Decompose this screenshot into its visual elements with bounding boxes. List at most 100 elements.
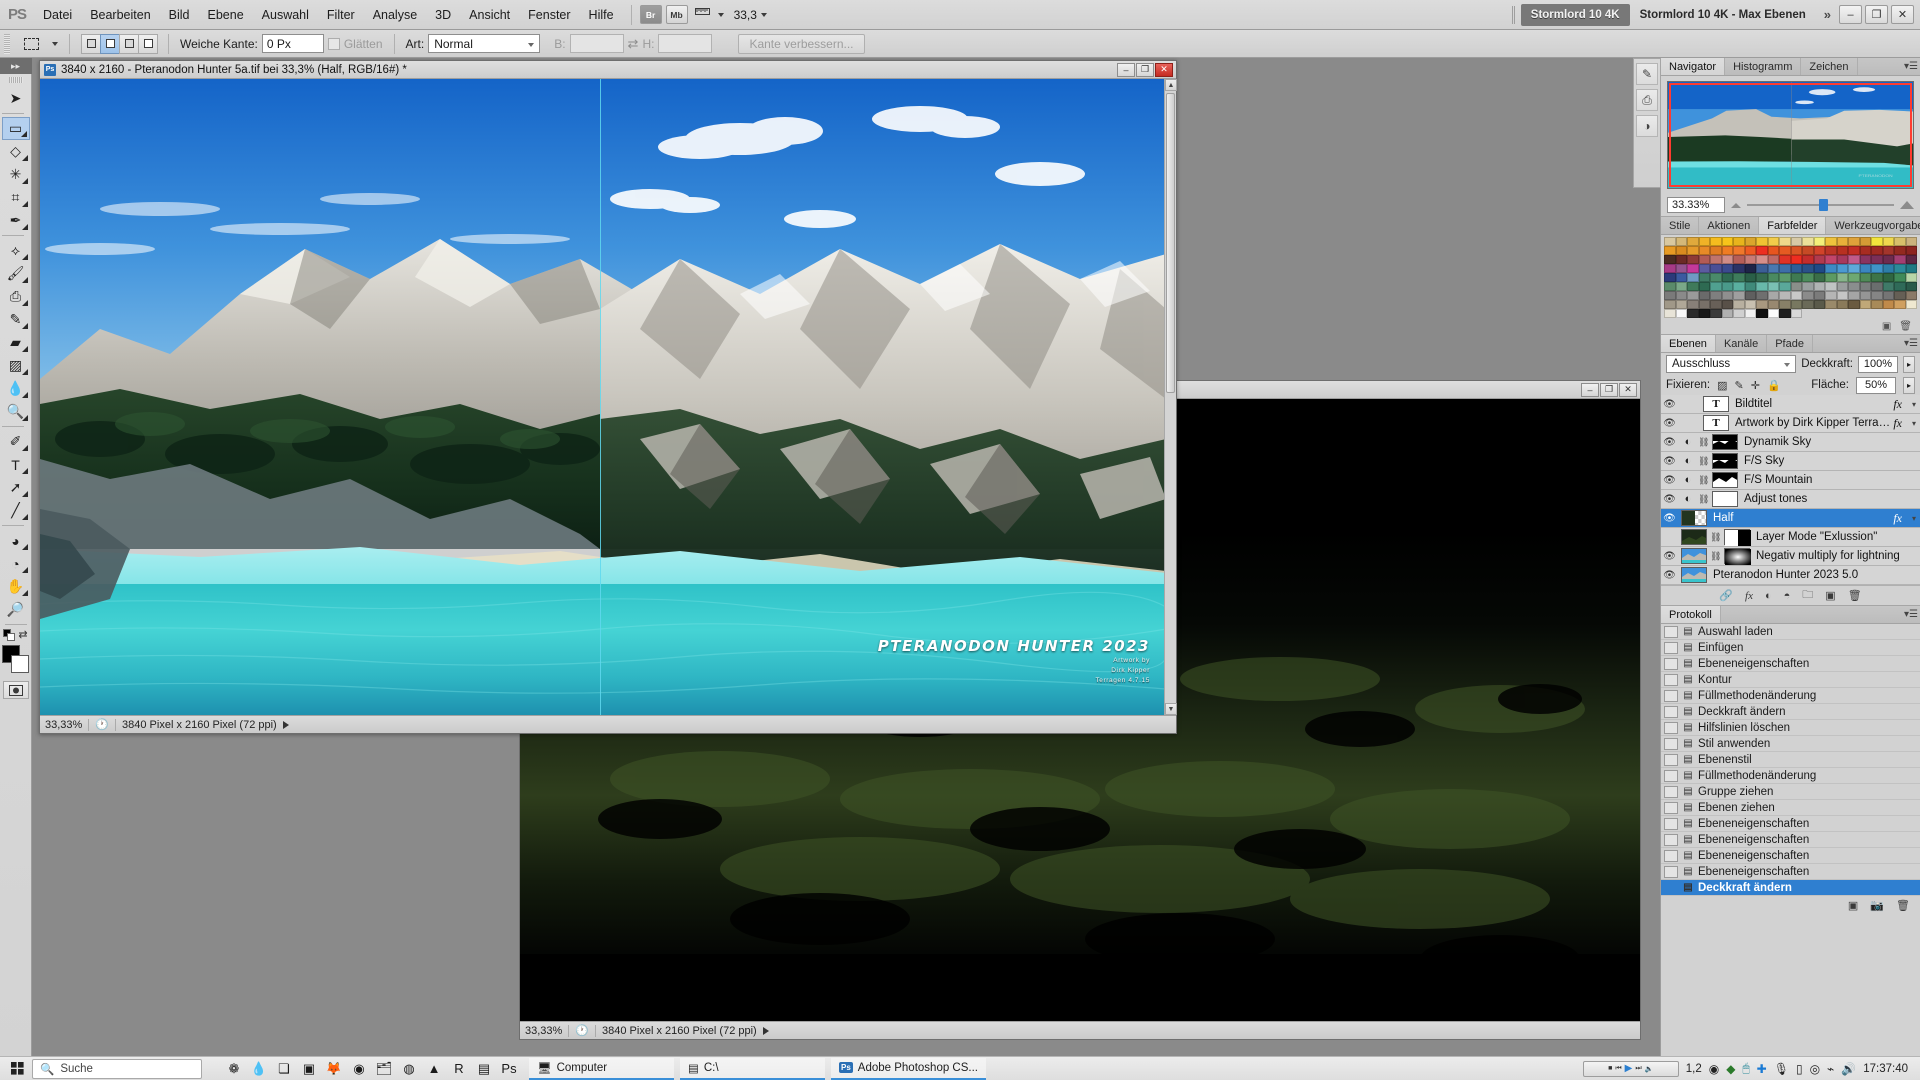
blend-mode-select[interactable]: Ausschluss	[1666, 355, 1797, 373]
tab-histogramm[interactable]: Histogramm	[1725, 58, 1802, 75]
color-swatch[interactable]	[1744, 255, 1756, 264]
color-swatch[interactable]	[1756, 300, 1768, 309]
color-swatch[interactable]	[1848, 246, 1860, 255]
color-swatch[interactable]	[1871, 255, 1883, 264]
layers-panel-menu-icon[interactable]: ▾☰	[1902, 335, 1920, 352]
color-swatch[interactable]	[1779, 255, 1791, 264]
color-swatch[interactable]	[1848, 282, 1860, 291]
layer-effects-fx-icon[interactable]: fx	[1893, 416, 1905, 431]
color-swatch[interactable]	[1871, 237, 1883, 246]
history-snapshot-checkbox[interactable]	[1664, 689, 1678, 702]
menu-filter[interactable]: Filter	[318, 4, 364, 26]
color-swatch[interactable]	[1767, 282, 1779, 291]
height-input[interactable]	[658, 34, 713, 53]
mouse-settings-icon[interactable]: 🖱	[1742, 1061, 1749, 1076]
layer-thumbnail[interactable]	[1681, 510, 1707, 526]
layer-name[interactable]: Adjust tones	[1741, 493, 1920, 505]
color-swatch[interactable]	[1859, 291, 1871, 300]
color-swatch[interactable]	[1894, 246, 1906, 255]
fill-value[interactable]: 50%	[1856, 376, 1896, 394]
color-swatch[interactable]	[1825, 273, 1837, 282]
color-swatch[interactable]	[1767, 237, 1779, 246]
history-snapshot-checkbox[interactable]	[1664, 881, 1678, 894]
layer-row[interactable]: ⛓ Layer Mode "Exlussion"	[1661, 528, 1920, 547]
delete-layer-icon[interactable]: 🗑	[1848, 589, 1862, 602]
color-swatch[interactable]	[1790, 291, 1802, 300]
tool-submenu-triangle-icon[interactable]	[21, 468, 28, 474]
color-swatch[interactable]	[1756, 264, 1768, 273]
layer-mask-thumbnail[interactable]	[1724, 548, 1751, 565]
gradient-tool[interactable]: ▨	[2, 354, 30, 377]
document-window-primary[interactable]: Ps 3840 x 2160 - Pteranodon Hunter 5a.ti…	[39, 60, 1177, 734]
color-swatch[interactable]	[1859, 282, 1871, 291]
color-swatch[interactable]	[1836, 246, 1848, 255]
color-swatch[interactable]	[1767, 309, 1779, 318]
adjustment-layer-icon[interactable]: ◐	[1681, 455, 1695, 467]
color-swatch[interactable]	[1790, 246, 1802, 255]
windows-start-icon[interactable]	[4, 1058, 30, 1080]
menu-bild[interactable]: Bild	[160, 4, 199, 26]
color-swatch[interactable]	[1664, 264, 1676, 273]
color-swatch[interactable]	[1894, 264, 1906, 273]
layer-row[interactable]: 👁 ◐ ⛓ F/S Mountain	[1661, 471, 1920, 490]
eyedropper-tool[interactable]: ✒	[2, 209, 30, 232]
layer-row[interactable]: 👁 ◐ ⛓ F/S Sky	[1661, 452, 1920, 471]
color-swatch[interactable]	[1664, 291, 1676, 300]
color-swatch[interactable]	[1710, 255, 1722, 264]
hand-tool[interactable]: ✋	[2, 575, 30, 598]
color-swatch[interactable]	[1710, 246, 1722, 255]
color-swatch[interactable]	[1675, 255, 1687, 264]
lock-transparent-pixels-icon[interactable]: ▨	[1717, 379, 1727, 392]
color-swatch[interactable]	[1779, 309, 1791, 318]
color-swatch[interactable]	[1675, 309, 1687, 318]
layer-visibility-eye-icon[interactable]: 👁	[1661, 437, 1678, 448]
history-snapshot-checkbox[interactable]	[1664, 657, 1678, 670]
color-swatch[interactable]	[1894, 273, 1906, 282]
color-swatch[interactable]	[1756, 273, 1768, 282]
navigator-zoom-input[interactable]: 33.33%	[1667, 197, 1725, 213]
tool-submenu-triangle-icon[interactable]	[21, 491, 28, 497]
color-swatch[interactable]	[1767, 291, 1779, 300]
lock-image-pixels-icon[interactable]: ✎	[1735, 379, 1744, 392]
new-selection-button[interactable]	[81, 33, 101, 54]
new-group-icon[interactable]: 🗀	[1802, 586, 1813, 605]
document-1-canvas[interactable]: PTERANODON HUNTER 2023 Artwork by Dirk K…	[40, 79, 1164, 715]
history-state-row[interactable]: ▤ Ebeneneigenschaften	[1661, 848, 1920, 864]
computer-task[interactable]: 🖥 Computer	[529, 1057, 674, 1080]
color-swatch[interactable]	[1894, 255, 1906, 264]
layer-thumbnail[interactable]: T	[1703, 396, 1729, 412]
color-swatch[interactable]	[1698, 273, 1710, 282]
swap-colors-icon[interactable]: ⇄	[18, 628, 27, 641]
magic-wand-tool[interactable]: ✳	[2, 163, 30, 186]
eraser-tool[interactable]: ▰	[2, 331, 30, 354]
color-swatch[interactable]	[1882, 246, 1894, 255]
3d-camera-rotate-tool[interactable]: ◔	[2, 552, 30, 575]
document-2-close-button[interactable]: ✕	[1619, 382, 1637, 397]
tool-submenu-triangle-icon[interactable]	[21, 445, 28, 451]
history-snapshot-checkbox[interactable]	[1664, 769, 1678, 782]
color-swatch[interactable]	[1802, 255, 1814, 264]
color-swatch[interactable]	[1894, 300, 1906, 309]
color-swatch[interactable]	[1894, 282, 1906, 291]
color-swatch[interactable]	[1733, 309, 1745, 318]
color-swatch[interactable]	[1871, 282, 1883, 291]
volume-icon[interactable]: 🔊	[1841, 1062, 1856, 1076]
document-2-zoom-value[interactable]: 33,33%	[525, 1025, 562, 1037]
color-swatch[interactable]	[1871, 291, 1883, 300]
window-restore-button[interactable]: ❐	[1865, 5, 1888, 24]
delete-state-icon[interactable]: 🗑	[1896, 899, 1910, 912]
zoom-tool[interactable]: 🔎	[2, 598, 30, 621]
color-swatch[interactable]	[1882, 300, 1894, 309]
tool-preset-chevron-down-icon[interactable]	[52, 41, 58, 46]
task-view-icon[interactable]: ❏	[272, 1058, 296, 1080]
color-swatch[interactable]	[1721, 255, 1733, 264]
color-swatch[interactable]	[1675, 273, 1687, 282]
trash-icon[interactable]: 🗑	[1899, 321, 1912, 332]
history-snapshot-checkbox[interactable]	[1664, 737, 1678, 750]
color-swatch[interactable]	[1802, 273, 1814, 282]
color-swatch[interactable]	[1882, 282, 1894, 291]
layer-visibility-eye-icon[interactable]: 👁	[1661, 494, 1678, 505]
color-swatch[interactable]	[1802, 291, 1814, 300]
chrome-icon[interactable]: ◍	[397, 1058, 421, 1080]
color-swatch[interactable]	[1779, 246, 1791, 255]
